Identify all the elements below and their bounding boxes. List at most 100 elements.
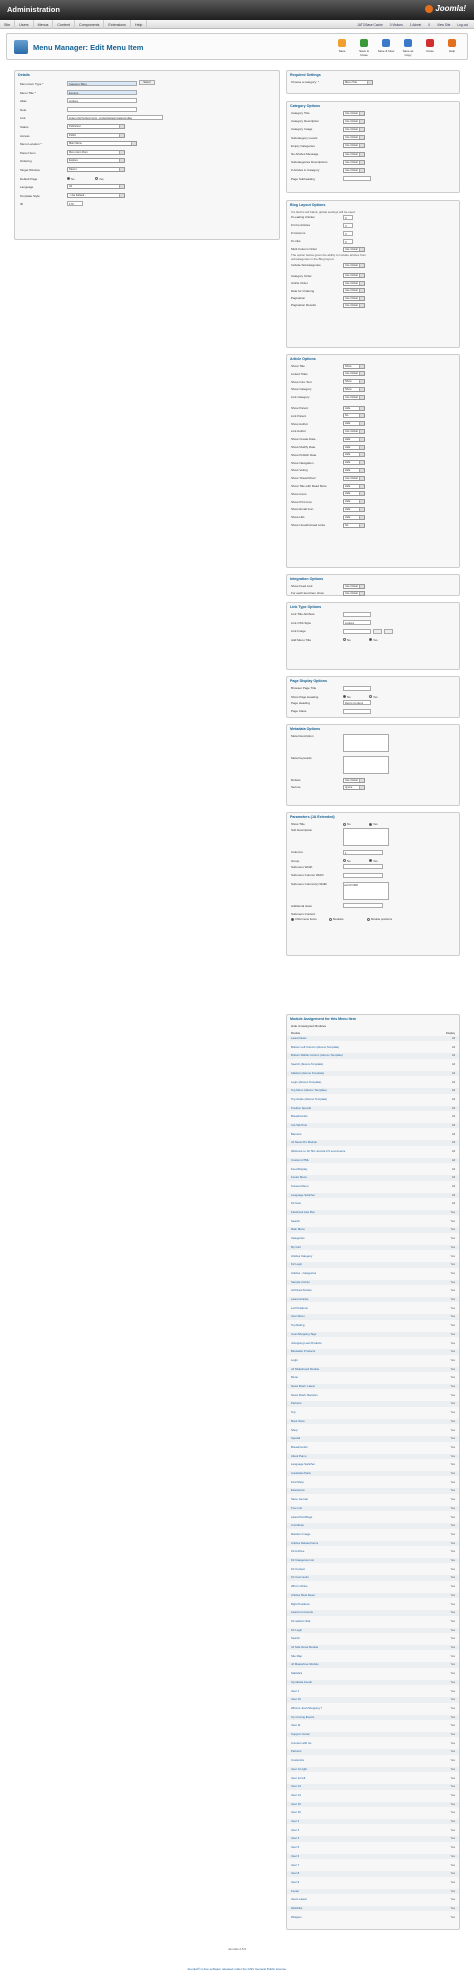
module-link[interactable]: Partners <box>291 1749 302 1754</box>
module-link[interactable]: User 15 <box>291 1802 301 1807</box>
link-category-select[interactable]: Use Global <box>343 394 365 400</box>
module-link[interactable]: Language Switcher <box>291 1462 315 1467</box>
module-link[interactable]: Cat Tab Post <box>291 1123 307 1128</box>
articles-in-category-select[interactable]: Use Global <box>343 167 365 173</box>
module-link[interactable]: Weblinks <box>291 1906 302 1911</box>
show-feed-link-select[interactable]: Use Global <box>343 583 365 589</box>
module-link[interactable]: Top Guide (Akomo Template) <box>291 1097 327 1102</box>
module-link[interactable]: Connect with Us <box>291 1741 311 1746</box>
module-link[interactable]: Login (Akomo Template) <box>291 1080 321 1085</box>
module-link[interactable]: Partners <box>291 1401 302 1406</box>
module-link[interactable]: About Pamo <box>291 1454 306 1459</box>
module-link[interactable]: User Menu <box>291 1314 305 1319</box>
module-link[interactable]: Main Menu <box>291 1227 305 1232</box>
module-link[interactable]: Top Rating <box>291 1323 304 1328</box>
module-link[interactable]: Who's Online <box>291 1584 308 1589</box>
module-link[interactable]: User 6 <box>291 1854 299 1859</box>
module-link[interactable]: Statistics <box>291 1671 302 1676</box>
show-category-select[interactable]: Show <box>343 386 365 392</box>
module-link[interactable]: Breadcrumbs <box>291 1114 308 1119</box>
module-link[interactable]: Australian Parts <box>291 1471 311 1476</box>
show-navigation-select[interactable]: Hide <box>343 460 365 466</box>
module-link[interactable]: JoomShopping Tags <box>291 1332 316 1337</box>
module-link[interactable]: Sample Carrier <box>291 1280 310 1285</box>
module-link[interactable]: Articles Related Items <box>291 1541 318 1546</box>
submenu-child-menu-items[interactable]: Child menu items <box>291 917 317 921</box>
module-link[interactable]: User 5 <box>291 1845 299 1850</box>
toolbar-help-button[interactable]: Help <box>443 38 461 53</box>
secure-select[interactable]: Ignore <box>343 784 365 790</box>
template-style-select[interactable]: - Use Default - <box>67 192 125 198</box>
empty-categories-select[interactable]: Use Global <box>343 143 365 149</box>
link-title-attribute-field[interactable] <box>343 611 371 617</box>
module-link[interactable]: User 3 <box>291 1828 299 1833</box>
show-parent-select[interactable]: Hide <box>343 405 365 411</box>
link-image-select-button[interactable] <box>373 628 382 634</box>
module-link[interactable]: Wrapper <box>291 1915 302 1920</box>
module-link[interactable]: Support Center <box>291 1732 310 1737</box>
module-link[interactable]: User 13 <box>291 1784 301 1789</box>
module-link[interactable]: K2 User <box>291 1201 301 1206</box>
module-link[interactable]: Find Shop <box>291 1480 304 1485</box>
menu-item-type-field[interactable]: Category Blog <box>67 81 137 86</box>
columns-field[interactable]: 1 <box>343 849 383 855</box>
pagination-results-select[interactable]: Use Global <box>343 302 365 308</box>
menu-extensions[interactable]: Extensions <box>104 20 131 29</box>
browser-page-title-field[interactable] <box>343 685 371 691</box>
multi-column-order-select[interactable]: Use Global <box>343 246 365 252</box>
module-link[interactable]: User 1 <box>291 1689 299 1694</box>
module-link[interactable]: Latest Part Blogs <box>291 1515 312 1520</box>
module-link[interactable]: Categories <box>291 1236 305 1241</box>
show-print-icon-select[interactable]: Hide <box>343 499 365 505</box>
module-link[interactable]: Custom HTML <box>291 1158 309 1163</box>
module-link[interactable]: K2 Archive <box>291 1549 304 1554</box>
status-select[interactable]: Published <box>67 124 125 129</box>
show-author-select[interactable]: Hide <box>343 421 365 427</box>
module-link[interactable]: User 7 <box>291 1863 299 1868</box>
page-subheading-field[interactable] <box>343 176 371 182</box>
module-link[interactable]: Articles Category <box>291 1254 312 1259</box>
module-link[interactable]: Banners <box>291 1132 301 1137</box>
show-hits-select[interactable]: Hide <box>343 514 365 520</box>
module-link[interactable]: Facebook Like Box <box>291 1210 315 1215</box>
show-unauthorised-links-select[interactable]: No <box>343 522 365 528</box>
article-order-select[interactable]: Use Global <box>343 280 365 286</box>
module-link[interactable]: Latest Comments <box>291 1610 313 1615</box>
module-link[interactable]: Syndicate Feeds <box>291 1680 312 1685</box>
module-link[interactable]: Login <box>291 1358 298 1363</box>
no-articles-message-select[interactable]: Use Global <box>343 151 365 157</box>
module-link[interactable]: Articles - Categories <box>291 1271 316 1276</box>
submenu-width-field[interactable] <box>343 864 383 869</box>
select-menu-type-button[interactable]: Select <box>139 80 155 85</box>
module-link[interactable]: Search <box>291 1636 300 1641</box>
module-link[interactable]: Top <box>291 1410 296 1415</box>
page-class-field[interactable] <box>343 708 371 714</box>
status-log-out[interactable]: Log out <box>457 23 468 27</box>
for-each-feed-item-show-select[interactable]: Use Global <box>343 590 365 596</box>
module-link[interactable]: Breadcrumbs <box>291 1445 308 1450</box>
submenu-module-positions[interactable]: Module positions <box>367 917 392 921</box>
columns-field[interactable]: 3 <box>343 230 353 236</box>
module-link[interactable]: Users Latest <box>291 1897 307 1902</box>
default-page-yes[interactable]: Yes <box>95 177 104 181</box>
status-view-site[interactable]: View Site <box>437 23 450 27</box>
add-menu-title-yes[interactable]: Yes <box>369 638 378 642</box>
page-heading-field[interactable]: Demo Content <box>343 700 371 705</box>
show-icons-select[interactable]: Hide <box>343 491 365 497</box>
show-create-date-select[interactable]: Hide <box>343 436 365 442</box>
module-link[interactable]: My Cart <box>291 1245 301 1250</box>
category-title-select[interactable]: Use Global <box>343 110 365 116</box>
link-image-field[interactable] <box>343 628 371 634</box>
module-link[interactable]: K2 Categories List <box>291 1558 314 1563</box>
toolbar-save-new-button[interactable]: Save & New <box>377 38 395 53</box>
sub-description-textarea[interactable] <box>343 828 389 846</box>
show-title-with-read-more-select[interactable]: Hide <box>343 483 365 489</box>
alias-field[interactable]: explore <box>67 98 137 104</box>
module-link[interactable]: Position Special <box>291 1106 311 1111</box>
choose-a-category-select[interactable]: Menu Title <box>343 79 373 85</box>
status-jat3-base-cache[interactable]: JAT3 Base Cache <box>357 23 382 27</box>
id-field[interactable]: 176 <box>67 201 83 207</box>
toolbar-save-button[interactable]: Save <box>333 38 351 53</box>
module-link[interactable]: Shop <box>291 1428 298 1433</box>
module-link[interactable]: Search (Akomo Template) <box>291 1062 323 1067</box>
